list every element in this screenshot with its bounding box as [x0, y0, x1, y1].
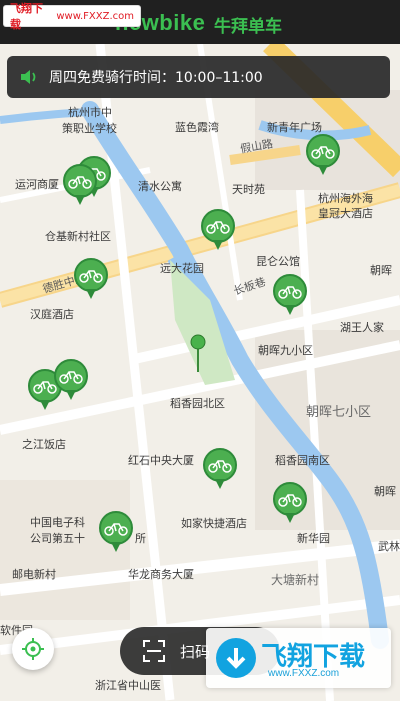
current-location-pin: [190, 334, 206, 372]
watermark-bottom-url: www.FXXZ.com: [268, 668, 340, 679]
place-label: 天时苑: [232, 183, 265, 196]
place-label: 远大花园: [160, 262, 204, 275]
place-label: 湖王人家: [340, 321, 384, 334]
place-label: 之江饭店: [22, 438, 66, 451]
bike-pin[interactable]: [272, 481, 308, 525]
notice-text: 周四免费骑行时间：10:00–11:00: [49, 70, 263, 86]
place-label: 清水公寓: [138, 180, 182, 193]
place-label: 新华园: [297, 532, 330, 545]
place-label: 公司第五十: [30, 532, 85, 545]
speaker-icon: [21, 70, 36, 84]
place-label: 运河商厦: [15, 178, 59, 191]
download-logo-icon: [216, 638, 256, 678]
bike-pin[interactable]: [272, 273, 308, 317]
place-label: 朝晖: [370, 264, 392, 277]
place-label: 中国电子科: [30, 516, 85, 529]
locate-button[interactable]: [12, 628, 54, 670]
place-label: 浙江省中山医: [95, 679, 161, 692]
place-label: 朝晖七小区: [306, 405, 372, 420]
free-ride-notice[interactable]: 周四免费骑行时间：10:00–11:00: [7, 56, 390, 98]
brand-name: 牛拜单车: [214, 17, 282, 37]
place-label: 朝晖九小区: [258, 344, 313, 357]
place-label: 皇冠大酒店: [318, 207, 373, 220]
watermark-top: 飞翔下载 www.FXXZ.com: [4, 2, 140, 31]
place-label: 策职业学校: [62, 122, 117, 135]
place-label: 邮电新村: [12, 568, 56, 581]
place-label: 武林: [378, 540, 400, 553]
place-label: 杭州海外海: [318, 192, 373, 205]
place-label: 红石中央大厦: [128, 454, 194, 467]
scan-icon: [143, 640, 165, 662]
place-label: 蓝色霞湾: [175, 121, 219, 134]
bike-pin[interactable]: [53, 358, 89, 402]
place-label: 稻香园南区: [275, 454, 330, 467]
place-label: 昆仑公馆: [256, 255, 300, 268]
bike-pin[interactable]: [202, 447, 238, 491]
watermark-top-cn: 飞翔下载: [10, 2, 43, 31]
place-label: 华龙商务大厦: [128, 568, 194, 581]
place-label: 稻香园北区: [170, 397, 225, 410]
place-label: 杭州市中: [68, 106, 112, 119]
watermark-top-url: www.FXXZ.com: [56, 10, 134, 22]
locate-icon: [22, 638, 44, 660]
place-label: 如家快捷酒店: [181, 517, 247, 530]
place-label: 所: [135, 532, 146, 545]
watermark-bottom: 飞翔下载 www.FXXZ.com: [206, 628, 391, 688]
bike-pin[interactable]: [62, 163, 98, 207]
bike-pin[interactable]: [305, 133, 341, 177]
place-label: 汉庭酒店: [30, 308, 74, 321]
place-label: 朝晖: [374, 485, 396, 498]
place-label: 大塘新村: [271, 573, 320, 587]
bike-pin[interactable]: [200, 208, 236, 252]
place-label: 仓基新村社区: [45, 230, 111, 243]
bike-pin[interactable]: [98, 510, 134, 554]
bike-pin[interactable]: [73, 257, 109, 301]
